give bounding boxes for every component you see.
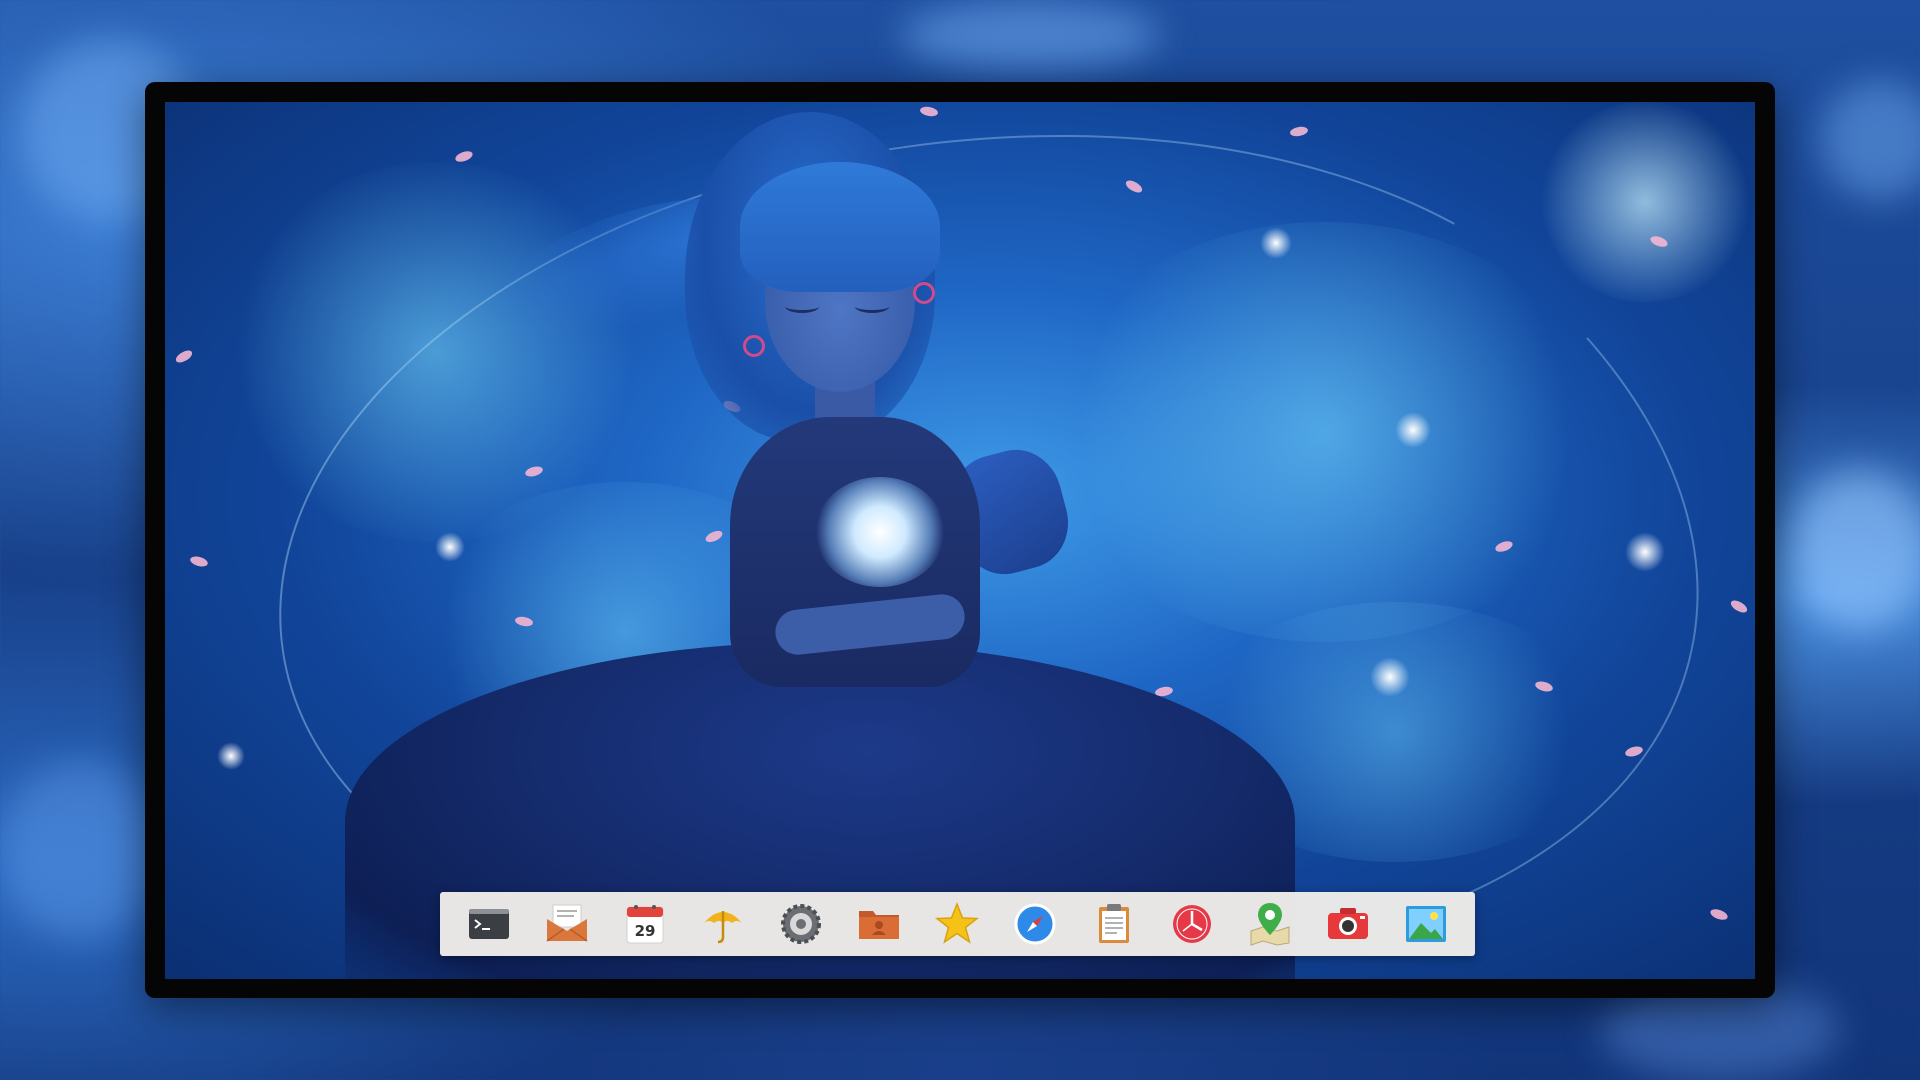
dock-item-clock[interactable] (1166, 898, 1218, 950)
desktop-wallpaper (165, 102, 1755, 979)
figure-hair-bow (743, 335, 765, 357)
mail-icon (546, 904, 588, 942)
contacts-folder-icon (859, 911, 900, 939)
dock-item-browser[interactable] (1009, 898, 1061, 950)
star-icon (935, 901, 980, 944)
background-bokeh (1820, 80, 1920, 200)
calendar-day: 29 (635, 922, 656, 940)
clipboard-icon (1098, 904, 1129, 943)
dock-item-mail[interactable] (541, 898, 593, 950)
dock-item-favorites[interactable] (931, 898, 983, 950)
camera-icon (1327, 908, 1368, 939)
wallpaper-figure (165, 102, 1755, 979)
figure-hair-bow (913, 282, 935, 304)
background-bokeh (900, 0, 1160, 70)
dock-item-calendar[interactable]: 29 (619, 898, 671, 950)
monitor-frame (145, 82, 1775, 998)
background-bokeh (1790, 470, 1920, 630)
clock-icon (1172, 905, 1211, 943)
dock-item-photos[interactable] (1400, 898, 1452, 950)
dock-item-notes[interactable] (1088, 898, 1140, 950)
umbrella-icon (704, 911, 743, 944)
photos-icon (1405, 906, 1446, 942)
compass-icon (1014, 903, 1056, 945)
terminal-icon (469, 909, 510, 939)
dock-item-weather[interactable] (697, 898, 749, 950)
figure-bouquet (815, 477, 945, 587)
dock-item-terminal[interactable] (463, 898, 515, 950)
dock-item-maps[interactable] (1244, 898, 1296, 950)
background-bokeh (0, 760, 160, 940)
calendar-icon: 29 (626, 905, 664, 944)
dock-item-contacts[interactable] (853, 898, 905, 950)
gear-icon (781, 904, 822, 944)
figure-bangs (740, 162, 940, 292)
figure-eye (855, 300, 889, 313)
figure-eye (785, 300, 819, 313)
dock-item-camera[interactable] (1322, 898, 1374, 950)
dock: 29 (440, 892, 1475, 956)
map-pin-icon (1250, 903, 1290, 946)
dock-item-settings[interactable] (775, 898, 827, 950)
